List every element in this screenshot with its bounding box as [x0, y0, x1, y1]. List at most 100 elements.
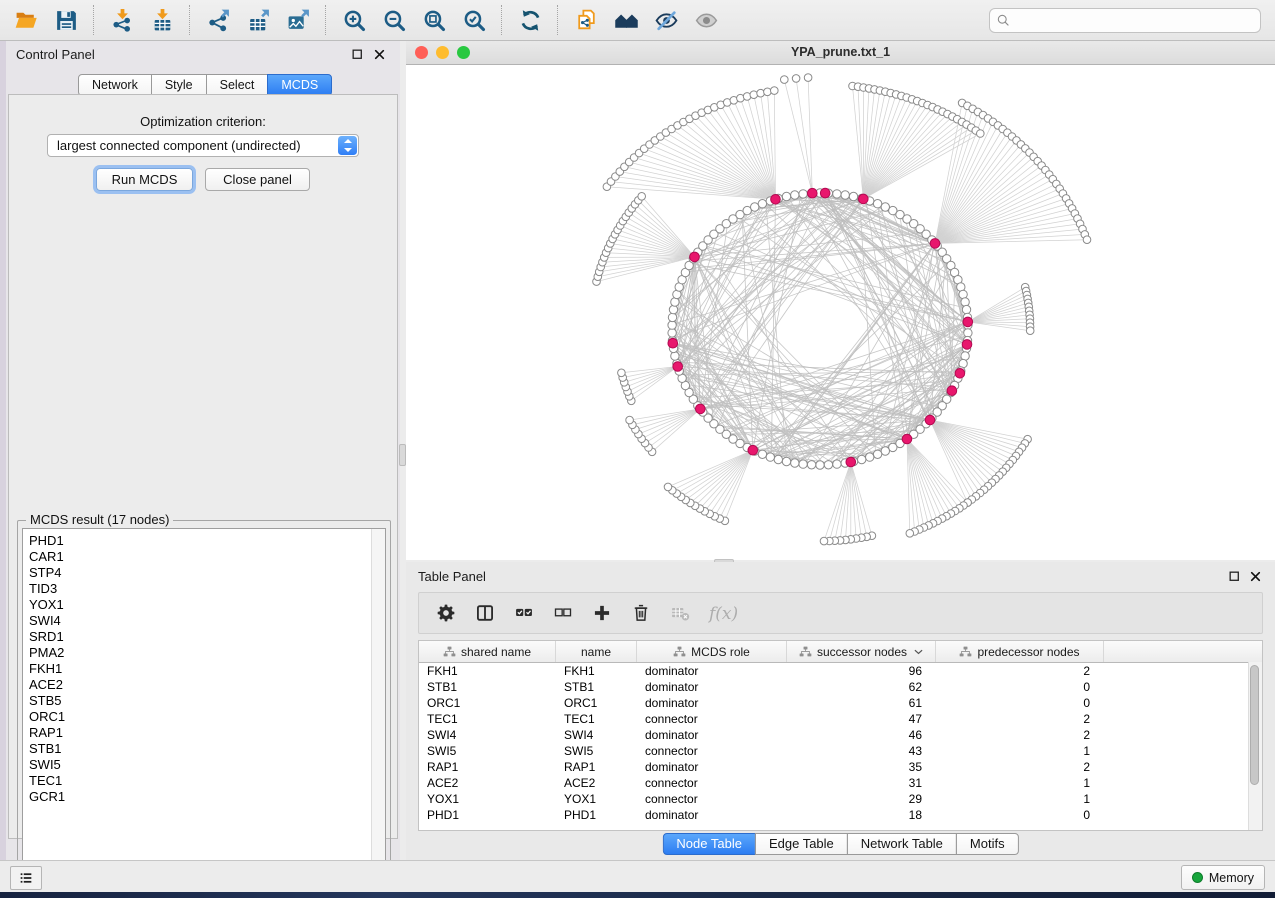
- column-label: predecessor nodes: [977, 645, 1079, 659]
- close-icon[interactable]: [1249, 570, 1262, 583]
- cell-name: ACE2: [556, 775, 637, 791]
- mcds-result-item[interactable]: PHD1: [29, 533, 385, 549]
- mcds-result-item[interactable]: GCR1: [29, 789, 385, 805]
- float-icon[interactable]: [351, 48, 364, 61]
- gear-button[interactable]: [431, 598, 461, 628]
- memory-button[interactable]: Memory: [1181, 865, 1265, 890]
- table-row[interactable]: ORC1ORC1dominator610: [419, 695, 1262, 711]
- delete-table-button: [665, 598, 695, 628]
- add-column-button[interactable]: [587, 598, 617, 628]
- cell-predecessor-nodes: 2: [936, 759, 1104, 775]
- import-table-button[interactable]: [142, 3, 182, 37]
- mcds-result-item[interactable]: FKH1: [29, 661, 385, 677]
- close-panel-button[interactable]: Close panel: [205, 168, 310, 191]
- deselect-all-checks-button[interactable]: [548, 598, 578, 628]
- mcds-result-item[interactable]: CAR1: [29, 549, 385, 565]
- close-icon[interactable]: [373, 48, 386, 61]
- tab-select[interactable]: Select: [206, 74, 269, 96]
- table-row[interactable]: YOX1YOX1connector291: [419, 791, 1262, 807]
- toolbar-separator: [325, 5, 327, 35]
- export-table-button[interactable]: [238, 3, 278, 37]
- cell-MCDS-role: connector: [637, 743, 787, 759]
- column-header-successor-nodes[interactable]: successor nodes: [787, 641, 936, 662]
- mcds-result-item[interactable]: STB1: [29, 741, 385, 757]
- column-label: MCDS role: [691, 645, 750, 659]
- show-all-button[interactable]: [686, 3, 726, 37]
- import-network-button[interactable]: [102, 3, 142, 37]
- column-header-name[interactable]: name: [556, 641, 637, 662]
- mcds-result-item[interactable]: TID3: [29, 581, 385, 597]
- tab-style[interactable]: Style: [151, 74, 207, 96]
- tab-node-table[interactable]: Node Table: [662, 833, 756, 855]
- mcds-result-item[interactable]: TEC1: [29, 773, 385, 789]
- column-type-icon: [673, 646, 686, 657]
- table-row[interactable]: RAP1RAP1dominator352: [419, 759, 1262, 775]
- tab-motifs[interactable]: Motifs: [956, 833, 1019, 855]
- column-label: shared name: [461, 645, 531, 659]
- table-header-row: shared name name MCDS role successor nodes p…: [419, 641, 1262, 663]
- network-canvas[interactable]: [406, 65, 1275, 560]
- mcds-result-item[interactable]: RAP1: [29, 725, 385, 741]
- mcds-result-item[interactable]: PMA2: [29, 645, 385, 661]
- search-input[interactable]: [989, 8, 1261, 33]
- cell-successor-nodes: 29: [787, 791, 936, 807]
- column-header-MCDS-role[interactable]: MCDS role: [637, 641, 787, 662]
- export-image-button[interactable]: [278, 3, 318, 37]
- cell-MCDS-role: connector: [637, 791, 787, 807]
- task-history-button[interactable]: [10, 866, 42, 890]
- table-row[interactable]: ACE2ACE2connector311: [419, 775, 1262, 791]
- tab-mcds[interactable]: MCDS: [267, 74, 332, 96]
- result-list-scrollbar[interactable]: [371, 529, 385, 886]
- criterion-select[interactable]: largest connected component (undirected): [47, 134, 359, 157]
- mcds-result-item[interactable]: SWI5: [29, 757, 385, 773]
- column-header-shared-name[interactable]: shared name: [419, 641, 556, 662]
- mcds-result-item[interactable]: STP4: [29, 565, 385, 581]
- cell-predecessor-nodes: 2: [936, 663, 1104, 679]
- table-row[interactable]: SWI4SWI4dominator462: [419, 727, 1262, 743]
- first-neighbors-button[interactable]: [606, 3, 646, 37]
- hide-selected-button[interactable]: [646, 3, 686, 37]
- cell-predecessor-nodes: 1: [936, 775, 1104, 791]
- mcds-result-item[interactable]: STB5: [29, 693, 385, 709]
- zoom-in-button[interactable]: [334, 3, 374, 37]
- cell-predecessor-nodes: 0: [936, 695, 1104, 711]
- columns-button[interactable]: [470, 598, 500, 628]
- main-toolbar: [0, 0, 1275, 41]
- export-network-button[interactable]: [198, 3, 238, 37]
- new-network-from-selection-button[interactable]: [566, 3, 606, 37]
- table-row[interactable]: FKH1FKH1dominator962: [419, 663, 1262, 679]
- tab-edge-table[interactable]: Edge Table: [755, 833, 848, 855]
- run-mcds-button[interactable]: Run MCDS: [96, 168, 193, 191]
- table-row[interactable]: STB1STB1dominator620: [419, 679, 1262, 695]
- zoom-fit-button[interactable]: [414, 3, 454, 37]
- cell-MCDS-role: dominator: [637, 679, 787, 695]
- mcds-result-item[interactable]: YOX1: [29, 597, 385, 613]
- cell-MCDS-role: dominator: [637, 727, 787, 743]
- node-table: shared name name MCDS role successor nodes p…: [418, 640, 1263, 831]
- mcds-result-item[interactable]: SRD1: [29, 629, 385, 645]
- cell-successor-nodes: 18: [787, 807, 936, 823]
- mcds-result-item[interactable]: ACE2: [29, 677, 385, 693]
- zoom-out-button[interactable]: [374, 3, 414, 37]
- float-icon[interactable]: [1228, 570, 1241, 583]
- select-all-checks-button[interactable]: [509, 598, 539, 628]
- tab-network-table[interactable]: Network Table: [847, 833, 957, 855]
- vertical-splitter-grip[interactable]: [399, 444, 406, 466]
- search-icon: [996, 13, 1011, 28]
- zoom-selected-button[interactable]: [454, 3, 494, 37]
- table-row[interactable]: SWI5SWI5connector431: [419, 743, 1262, 759]
- tab-network[interactable]: Network: [78, 74, 152, 96]
- table-scrollbar-thumb[interactable]: [1250, 665, 1259, 785]
- network-graph[interactable]: [406, 65, 1275, 560]
- mcds-result-item[interactable]: ORC1: [29, 709, 385, 725]
- table-row[interactable]: TEC1TEC1connector472: [419, 711, 1262, 727]
- mcds-result-item[interactable]: SWI4: [29, 613, 385, 629]
- table-scrollbar[interactable]: [1248, 662, 1262, 830]
- table-row[interactable]: PHD1PHD1dominator180: [419, 807, 1262, 823]
- refresh-button[interactable]: [510, 3, 550, 37]
- mcds-result-list[interactable]: PHD1CAR1STP4TID3YOX1SWI4SRD1PMA2FKH1ACE2…: [22, 528, 386, 887]
- save-session-button[interactable]: [46, 3, 86, 37]
- open-folder-button[interactable]: [6, 3, 46, 37]
- delete-column-button[interactable]: [626, 598, 656, 628]
- column-header-predecessor-nodes[interactable]: predecessor nodes: [936, 641, 1104, 662]
